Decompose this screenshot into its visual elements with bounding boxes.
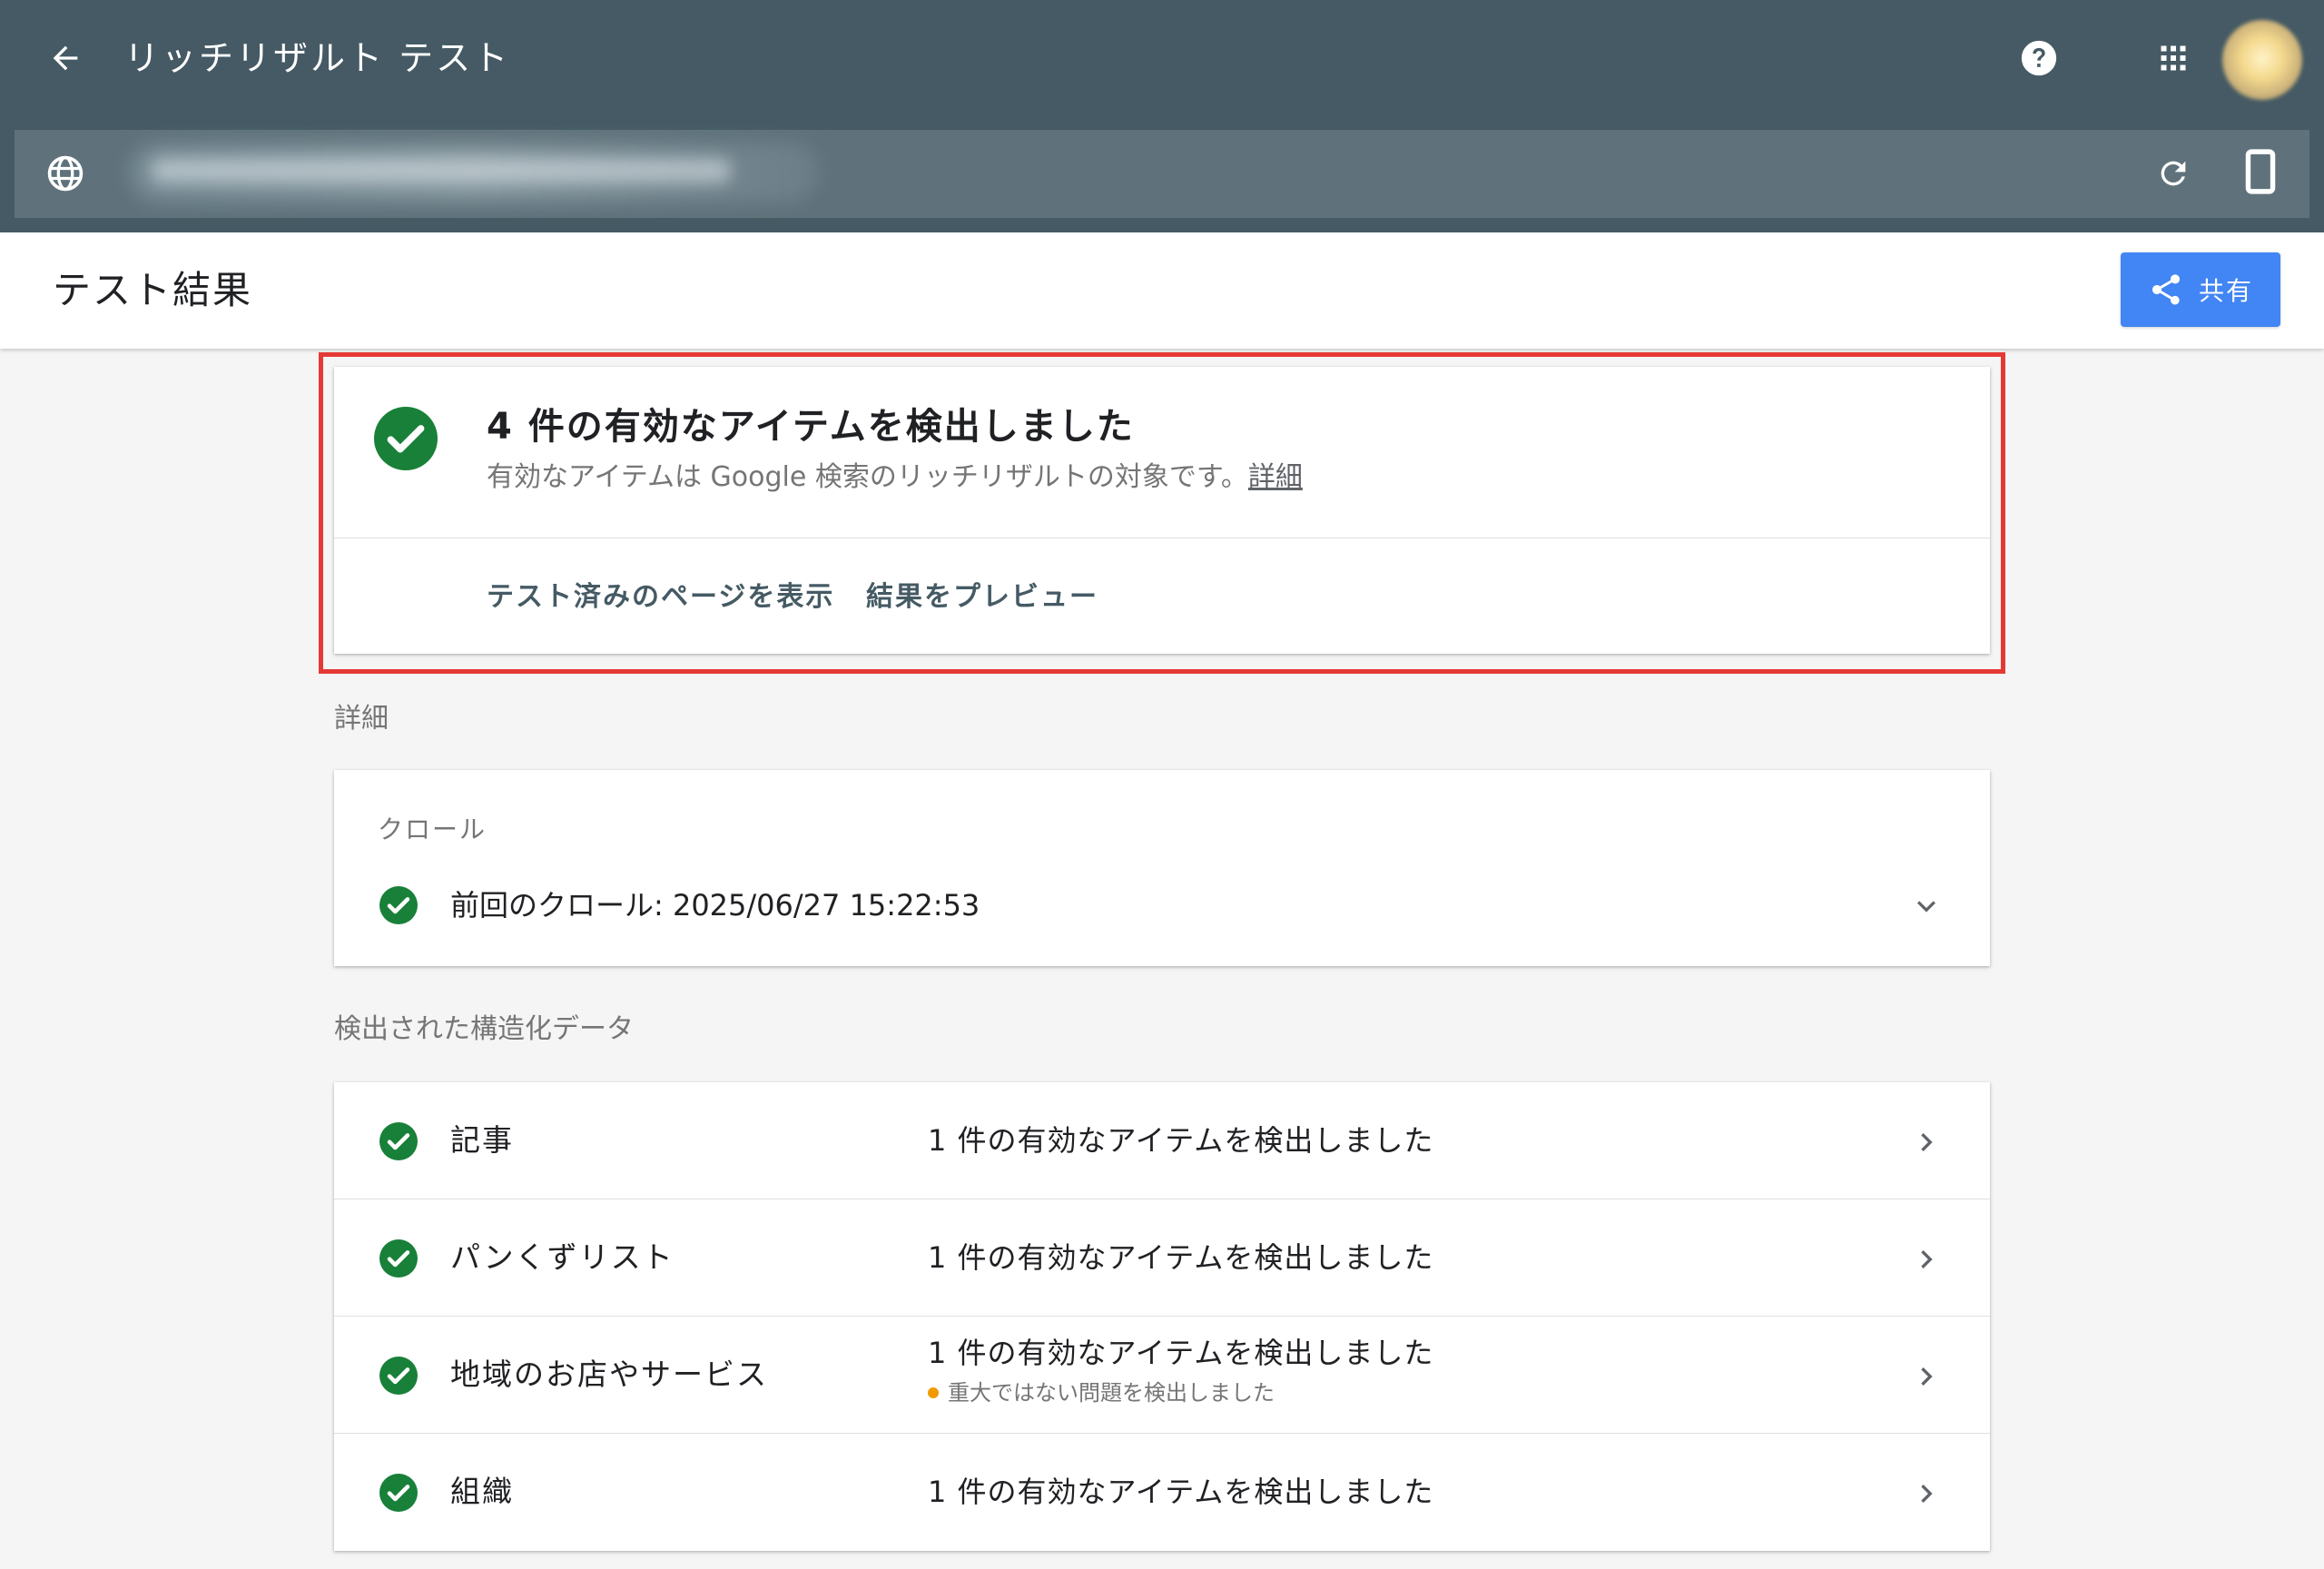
apps-grid-icon xyxy=(2161,45,2186,71)
apps-button[interactable] xyxy=(2155,40,2191,76)
share-button[interactable]: 共有 xyxy=(2121,252,2280,327)
summary-title: 4 件の有効なアイテムを検出しました xyxy=(487,406,1135,448)
row-name: 地域のお店やサービス xyxy=(450,1357,768,1392)
account-avatar[interactable] xyxy=(2222,20,2302,100)
details-section-label: 詳細 xyxy=(334,703,389,735)
last-crawl-text: 前回のクロール: 2025/06/27 15:22:53 xyxy=(450,888,980,923)
row-warning-text: 重大ではない問題を検出しました xyxy=(948,1380,1275,1406)
row-warning: 重大ではない問題を検出しました xyxy=(928,1377,1275,1409)
row-status: 1 件の有効なアイテムを検出しました xyxy=(928,1240,1434,1275)
app-title: リッチリザルト テスト xyxy=(124,38,511,78)
expand-crawl-button[interactable] xyxy=(1901,881,1952,932)
share-icon xyxy=(2152,274,2180,305)
chevron-right-icon xyxy=(1921,1485,1933,1503)
view-tested-page-button[interactable]: テスト済みのページを表示 xyxy=(487,570,834,625)
structured-data-row-organization[interactable]: 組織 1 件の有効なアイテムを検出しました xyxy=(334,1434,1990,1551)
chevron-right-icon xyxy=(1921,1133,1933,1151)
row-open-button[interactable] xyxy=(1901,1468,1952,1519)
smartphone-icon xyxy=(2245,149,2276,194)
help-icon xyxy=(2021,40,2057,76)
page-title: テスト結果 xyxy=(53,268,253,312)
summary-subtitle: 有効なアイテムは Google 検索のリッチリザルトの対象です。詳細 xyxy=(487,458,1303,498)
crawl-heading: クロール xyxy=(378,814,487,844)
url-bar xyxy=(15,130,2309,218)
structured-data-row-article[interactable]: 記事 1 件の有効なアイテムを検出しました xyxy=(334,1082,1990,1199)
structured-data-card: 記事 1 件の有効なアイテムを検出しました パンくずリスト 1 件の有効なアイテ… xyxy=(334,1082,1990,1551)
reload-icon xyxy=(2161,161,2186,186)
row-open-button[interactable] xyxy=(1901,1234,1952,1285)
globe-button xyxy=(42,150,89,197)
summary-card: 4 件の有効なアイテムを検出しました 有効なアイテムは Google 検索のリッ… xyxy=(334,367,1990,654)
row-status: 1 件の有効なアイテムを検出しました xyxy=(928,1336,1434,1370)
share-label: 共有 xyxy=(2198,276,2253,306)
device-button[interactable] xyxy=(2237,144,2284,199)
check-circle-icon xyxy=(379,1239,418,1278)
row-name: 記事 xyxy=(450,1122,514,1158)
summary-subtitle-text: 有効なアイテムは Google 検索のリッチリザルトの対象です。 xyxy=(487,461,1248,493)
check-circle-icon xyxy=(379,1357,418,1395)
chevron-right-icon xyxy=(1921,1367,1933,1386)
row-open-button[interactable] xyxy=(1901,1351,1952,1402)
results-header: テスト結果 共有 xyxy=(0,232,2324,349)
learn-more-link[interactable]: 詳細 xyxy=(1248,461,1303,493)
globe-icon xyxy=(47,155,84,192)
row-name: 組織 xyxy=(450,1474,514,1509)
row-status: 1 件の有効なアイテムを検出しました xyxy=(928,1475,1434,1509)
check-circle-icon xyxy=(379,1122,418,1160)
back-button[interactable] xyxy=(36,25,94,91)
check-circle-icon xyxy=(374,407,438,470)
check-circle-icon xyxy=(379,1474,418,1512)
structured-data-row-local-business[interactable]: 地域のお店やサービス 1 件の有効なアイテムを検出しました 重大ではない問題を検… xyxy=(334,1317,1990,1434)
arrow-back-icon xyxy=(53,45,78,71)
structured-data-row-breadcrumb[interactable]: パンくずリスト 1 件の有効なアイテムを検出しました xyxy=(334,1199,1990,1317)
app-bar-title-row: リッチリザルト テスト xyxy=(0,0,2324,123)
help-button[interactable] xyxy=(2017,36,2061,80)
warning-dot-icon xyxy=(928,1387,939,1398)
row-status: 1 件の有効なアイテムを検出しました xyxy=(928,1123,1434,1158)
blurred-url-text xyxy=(151,159,732,183)
structured-data-section-label: 検出された構造化データ xyxy=(334,1013,634,1045)
chevron-down-icon xyxy=(1917,901,1935,913)
reload-button[interactable] xyxy=(2150,150,2197,197)
row-name: パンくずリスト xyxy=(450,1239,675,1275)
row-open-button[interactable] xyxy=(1901,1117,1952,1168)
app-bar: リッチリザルト テスト xyxy=(0,0,2324,232)
chevron-right-icon xyxy=(1921,1250,1933,1268)
check-circle-icon xyxy=(379,886,418,924)
preview-results-button[interactable]: 結果をプレビュー xyxy=(866,570,1098,625)
crawl-card[interactable]: クロール 前回のクロール: 2025/06/27 15:22:53 xyxy=(334,770,1990,966)
